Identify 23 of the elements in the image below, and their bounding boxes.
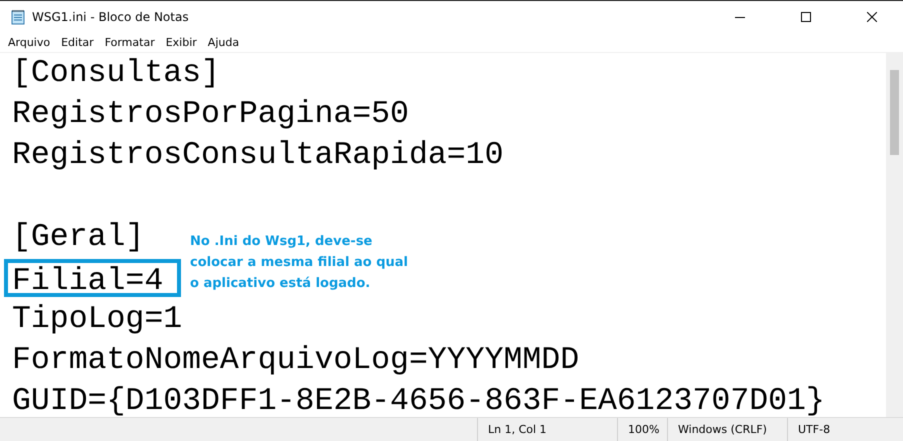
- text-line: TipoLog=1: [12, 302, 182, 337]
- close-icon[interactable]: [867, 12, 877, 22]
- scrollbar[interactable]: [886, 53, 903, 417]
- menu-item[interactable]: Exibir: [162, 36, 201, 48]
- annotation-text: No .Ini do Wsg1, deve-se colocar a mesma filial ao qual o aplicativo está logado.: [190, 233, 408, 293]
- notepad-icon: [10, 8, 26, 24]
- status-encoding: UTF-8: [787, 418, 903, 441]
- menu-item[interactable]: Ajuda: [204, 36, 244, 48]
- status-zoom: 100%: [617, 418, 667, 441]
- text-line: GUID={D103DFF1-8E2B-4656-863F-EA6123707D01}: [12, 384, 825, 417]
- status-line-ending: Windows (CRLF): [667, 418, 787, 441]
- text-line: [Consultas]: [12, 56, 220, 91]
- status-position: Ln 1, Col 1: [477, 418, 617, 441]
- text-line: Filial=4: [12, 264, 164, 299]
- menu-item[interactable]: Arquivo: [4, 36, 54, 48]
- window-title: WSG1.ini - Bloco de Notas: [32, 10, 189, 24]
- text-line: RegistrosConsultaRapida=10: [12, 138, 504, 173]
- text-line: FormatoNomeArquivoLog=YYYYMMDD: [12, 343, 580, 378]
- text-line: [Geral]: [12, 220, 144, 255]
- menu-item[interactable]: Formatar: [100, 36, 159, 48]
- menu-item[interactable]: Editar: [57, 36, 98, 48]
- maximize-icon[interactable]: [801, 12, 811, 22]
- text-line: RegistrosPorPagina=50: [12, 97, 409, 132]
